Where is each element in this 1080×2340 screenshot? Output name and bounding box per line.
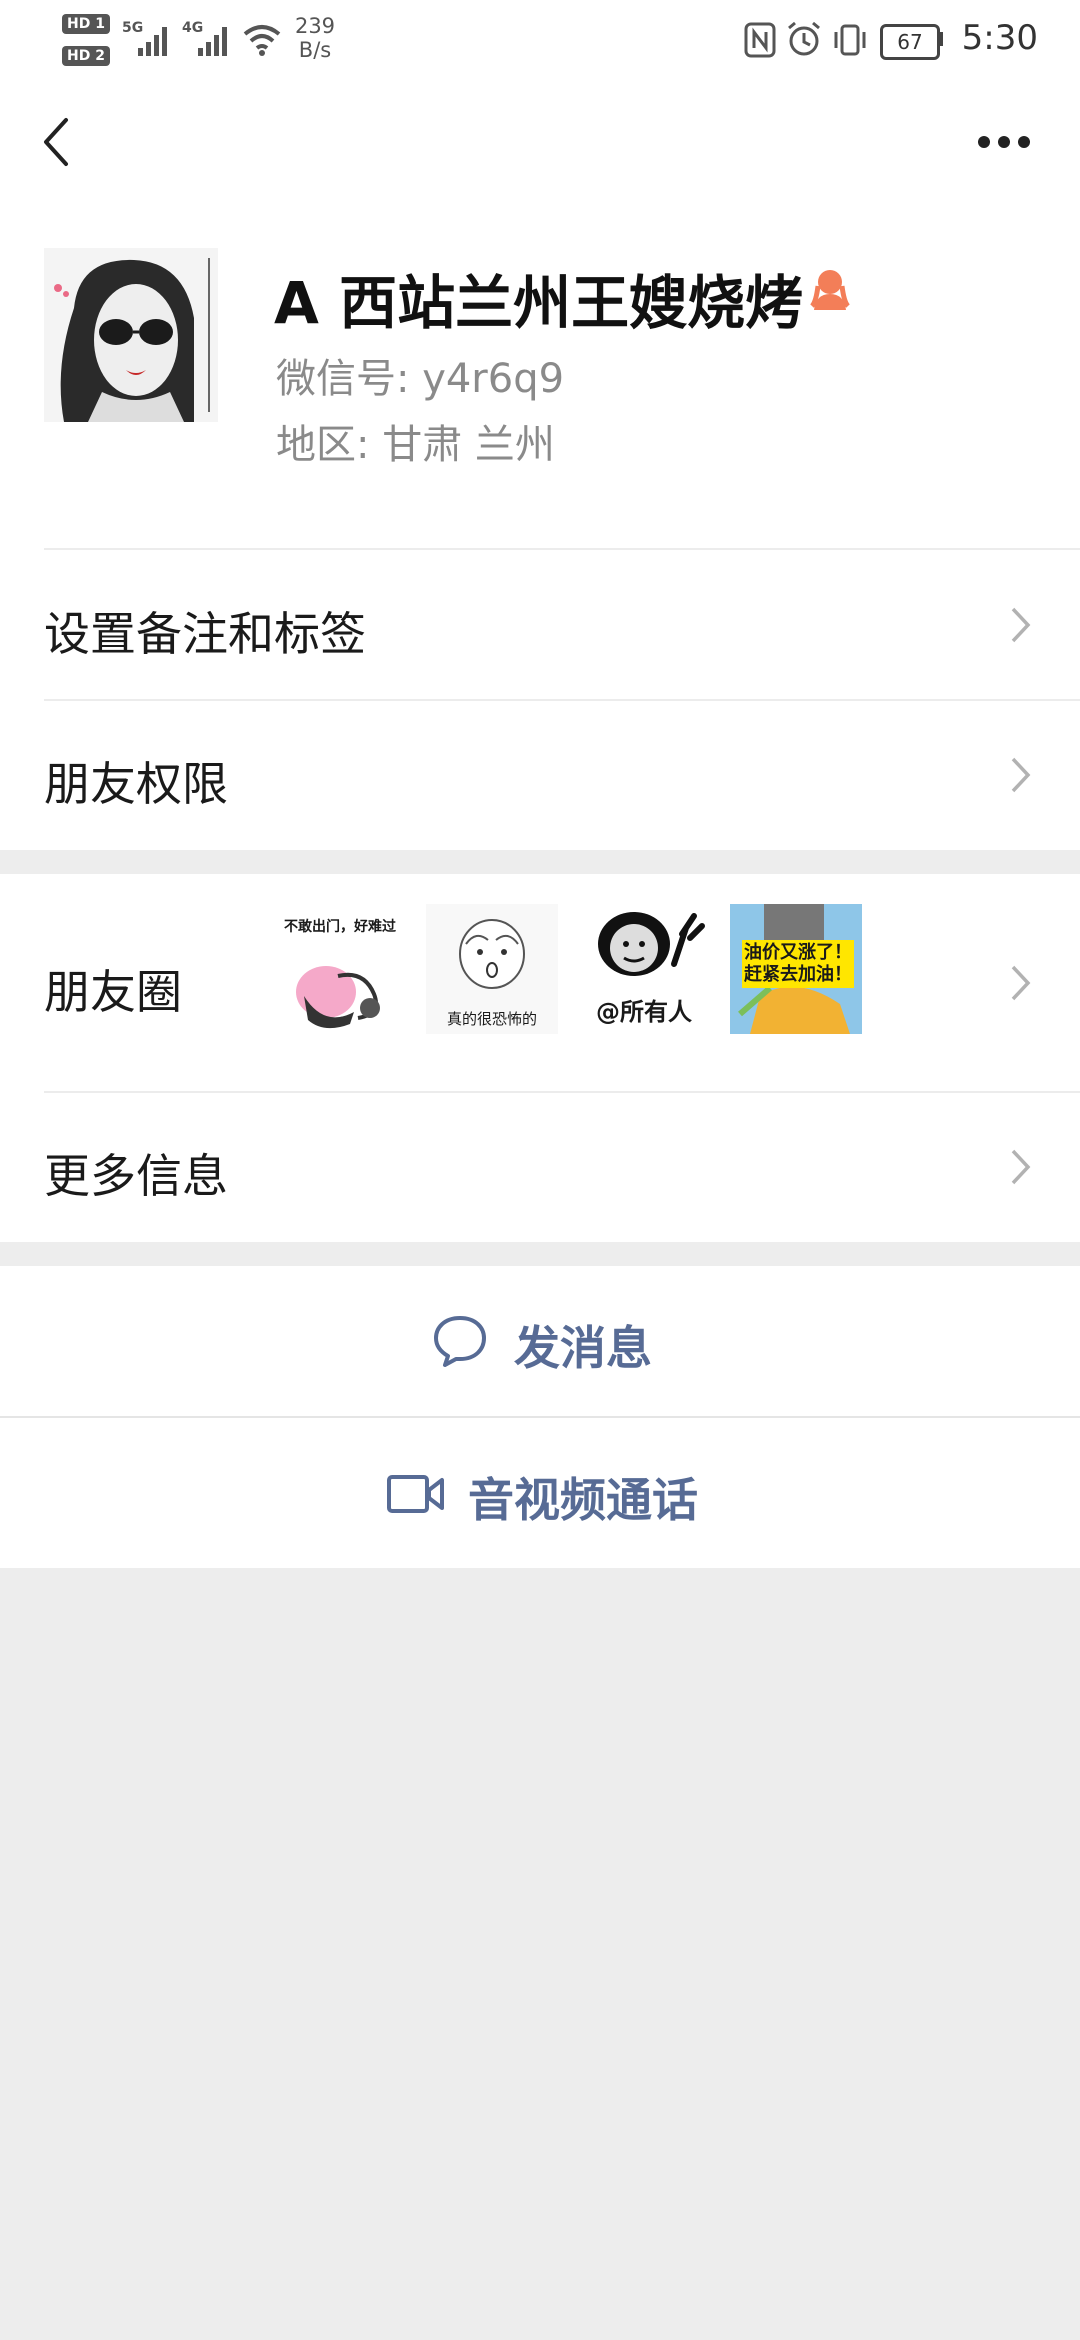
speed-unit: B/s	[298, 38, 332, 62]
video-camera-icon	[387, 1475, 444, 1513]
battery-tip	[938, 32, 943, 46]
moments-thumbnail: 油价又涨了！赶紧去加油！	[730, 904, 862, 1034]
send-message-button[interactable]: 发消息	[0, 1266, 1080, 1416]
more-options-icon[interactable]	[976, 134, 1032, 150]
contact-name: A 西站兰州王嫂烧烤	[274, 269, 804, 337]
female-icon	[810, 270, 850, 310]
vibrate-icon	[834, 24, 866, 56]
remark-label: 设置备注和标签	[44, 607, 366, 661]
permissions-label: 朋友权限	[44, 757, 228, 811]
moments-thumbnail: 真的很恐怖的	[426, 904, 558, 1034]
video-call-button[interactable]: 音视频通话	[0, 1418, 1080, 1568]
top-nav-bar	[0, 80, 1080, 190]
hd2-badge: HD 2	[62, 46, 110, 66]
profile-header: A 西站兰州王嫂烧烤 微信号: y4r6q9 地区: 甘肃 兰州	[0, 190, 1080, 550]
wifi-icon	[243, 25, 281, 56]
chevron-right-icon	[1011, 607, 1031, 643]
chevron-right-icon	[1011, 757, 1031, 793]
more-info-row[interactable]: 更多信息	[0, 1092, 1080, 1242]
network-speed: 239 B/s	[290, 14, 340, 62]
signal-icon	[138, 27, 167, 56]
chat-bubble-icon	[434, 1316, 486, 1367]
sad-sticker	[296, 966, 380, 1029]
avatar[interactable]	[44, 248, 218, 422]
thumbnail-caption: 真的很恐怖的	[446, 1010, 537, 1028]
moments-thumbnail: @所有人	[578, 904, 710, 1034]
nfc-icon	[744, 22, 776, 58]
moments-label: 朋友圈	[44, 965, 182, 1019]
chevron-right-icon	[1011, 965, 1031, 1001]
chevron-right-icon	[1011, 1149, 1031, 1185]
send-message-label: 发消息	[514, 1321, 652, 1375]
speed-value: 239	[294, 14, 336, 38]
avatar-image	[44, 248, 218, 422]
clock: 5:30	[961, 18, 1038, 58]
signal-icon	[198, 27, 227, 56]
more-info-label: 更多信息	[44, 1149, 228, 1203]
settings-section: 设置备注和标签 朋友权限	[0, 550, 1080, 850]
back-icon[interactable]	[36, 116, 76, 168]
thumbnail-caption: 油价又涨了！赶紧去加油！	[742, 940, 854, 988]
moments-row[interactable]: 朋友圈 不敢出门，好难过 真的很恐怖的 @所有人 油价又涨了！赶紧去加油！	[0, 874, 1080, 1092]
wechat-id: 微信号: y4r6q9	[276, 356, 565, 402]
remark-row[interactable]: 设置备注和标签	[0, 550, 1080, 700]
thumbnail-caption: 不敢出门，好难过	[284, 919, 396, 935]
thumbnail-caption: @所有人	[596, 998, 692, 1026]
moments-section: 朋友圈 不敢出门，好难过 真的很恐怖的 @所有人 油价又涨了！赶紧去加油！ 更多…	[0, 874, 1080, 1242]
moments-thumbnail: 不敢出门，好难过	[274, 904, 406, 1034]
video-call-label: 音视频通话	[468, 1473, 698, 1527]
region: 地区: 甘肃 兰州	[276, 422, 555, 468]
hd1-badge: HD 1	[62, 14, 110, 34]
battery-indicator: 67	[880, 24, 940, 60]
status-bar: HD 1 HD 2 5G 4G 239 B/s 67 5:30	[0, 0, 1080, 80]
permissions-row[interactable]: 朋友权限	[0, 700, 1080, 850]
alarm-icon	[788, 21, 820, 56]
